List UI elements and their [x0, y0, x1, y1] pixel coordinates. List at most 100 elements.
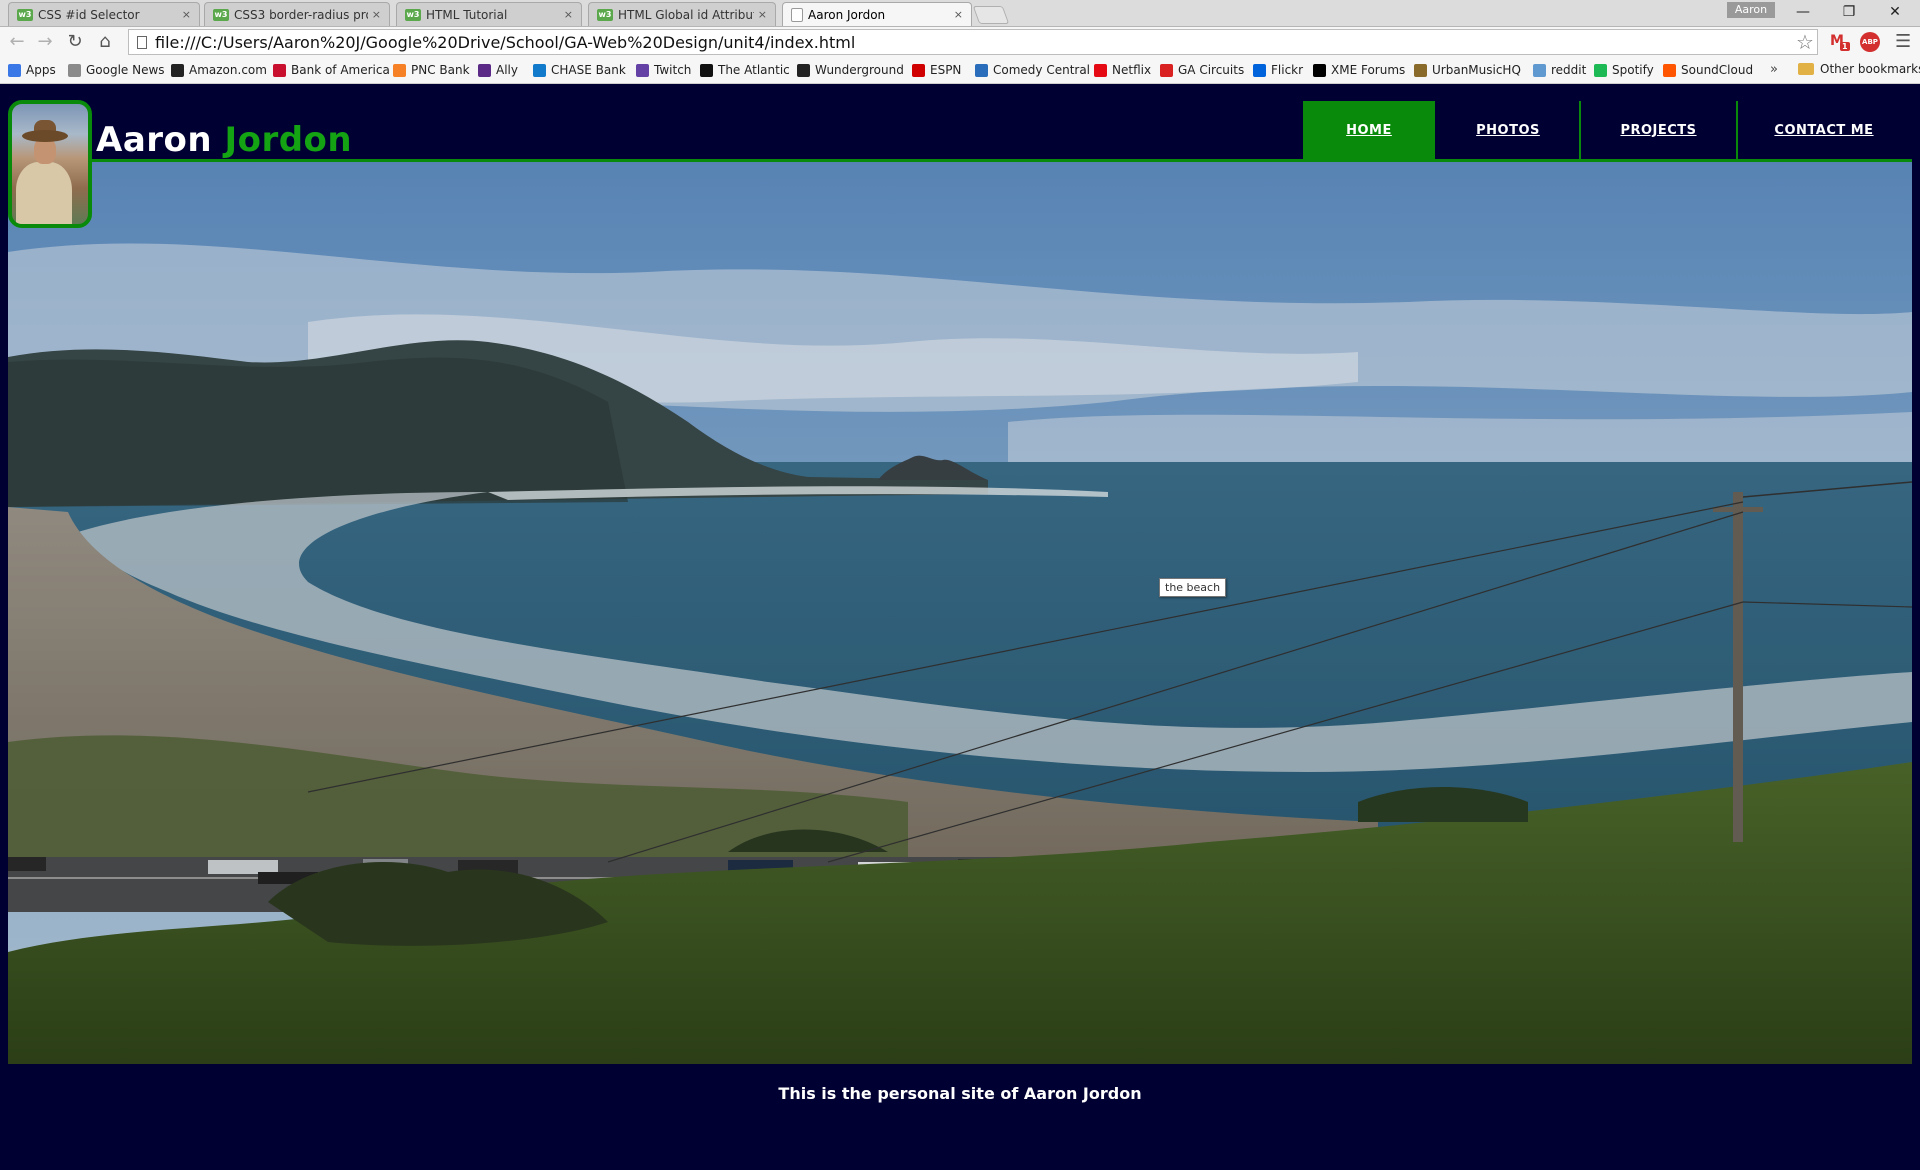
bookmark-item[interactable]: Amazon.com	[171, 62, 267, 78]
bookmark-item[interactable]: Spotify	[1594, 62, 1654, 78]
browser-tab[interactable]: w3 HTML Tutorial ×	[396, 2, 582, 26]
beach-landscape-illustration	[8, 162, 1912, 1064]
page-icon	[137, 35, 147, 49]
page-favicon-icon	[791, 7, 803, 22]
bookmark-item[interactable]: Flickr	[1253, 62, 1303, 78]
bookmark-favicon-icon	[700, 63, 713, 77]
bookmark-label: reddit	[1551, 63, 1587, 77]
bookmark-favicon-icon	[68, 63, 81, 77]
w3schools-favicon-icon: w3	[17, 8, 33, 21]
avatar-hat-brim	[22, 130, 68, 142]
bookmark-item[interactable]: Apps	[8, 62, 56, 78]
tab-close-icon[interactable]: ×	[372, 8, 381, 21]
address-bar[interactable]: file:///C:/Users/Aaron%20J/Google%20Driv…	[128, 29, 1818, 55]
bookmark-item[interactable]: Bank of America	[273, 62, 390, 78]
bookmark-label: Google News	[86, 63, 165, 77]
bookmarks-overflow-icon[interactable]: »	[1770, 62, 1778, 77]
bookmark-label: CHASE Bank	[551, 63, 626, 77]
bookmark-favicon-icon	[533, 63, 546, 77]
bookmark-item[interactable]: Wunderground	[797, 62, 904, 78]
avatar-body	[16, 162, 72, 224]
bookmark-favicon-icon	[1533, 63, 1546, 77]
bookmark-label: The Atlantic	[718, 63, 790, 77]
tab-close-icon[interactable]: ×	[182, 8, 191, 21]
tab-close-icon[interactable]: ×	[564, 8, 573, 21]
browser-tab-label: HTML Tutorial	[426, 7, 508, 22]
bookmark-label: Twitch	[654, 63, 692, 77]
adblock-plus-icon[interactable]: ABP	[1860, 32, 1880, 52]
bookmark-favicon-icon	[1663, 63, 1676, 77]
bookmark-favicon-icon	[1313, 63, 1326, 77]
restore-icon[interactable]: ❐	[1826, 0, 1872, 26]
bookmark-item[interactable]: UrbanMusicHQ	[1414, 62, 1521, 78]
tab-close-icon[interactable]: ×	[758, 8, 767, 21]
bookmark-item[interactable]: Twitch	[636, 62, 691, 78]
close-window-icon[interactable]: ✕	[1872, 0, 1918, 26]
browser-tab-label: CSS #id Selector	[38, 7, 140, 22]
w3schools-favicon-icon: w3	[597, 8, 613, 21]
home-icon[interactable]: ⌂	[94, 31, 116, 53]
bookmark-item[interactable]: ESPN	[912, 62, 961, 78]
bookmark-favicon-icon	[1253, 63, 1266, 77]
bookmark-label: Bank of America	[291, 63, 390, 77]
browser-toolbar: ← → ↻ ⌂ file:///C:/Users/Aaron%20J/Googl…	[0, 27, 1920, 57]
nav-home[interactable]: HOME	[1303, 101, 1435, 159]
bookmark-favicon-icon	[273, 63, 286, 77]
address-bar-url[interactable]: file:///C:/Users/Aaron%20J/Google%20Driv…	[155, 33, 855, 52]
bookmark-label: PNC Bank	[411, 63, 470, 77]
bookmark-item[interactable]: Netflix	[1094, 62, 1151, 78]
bookmark-item[interactable]: The Atlantic	[700, 62, 790, 78]
bookmark-favicon-icon	[975, 63, 988, 77]
reload-icon[interactable]: ↻	[64, 31, 86, 53]
gmail-extension-icon[interactable]: M1	[1830, 34, 1850, 51]
bookmark-item[interactable]: reddit	[1533, 62, 1586, 78]
tab-close-icon[interactable]: ×	[954, 8, 963, 21]
bookmark-label: Ally	[496, 63, 518, 77]
folder-icon	[1798, 63, 1814, 75]
bookmark-item[interactable]: Comedy Central	[975, 62, 1090, 78]
bookmark-label: Amazon.com	[189, 63, 267, 77]
browser-menu-icon[interactable]: ☰	[1895, 31, 1911, 52]
browser-tab[interactable]: w3 HTML Global id Attribute ×	[588, 2, 776, 26]
bookmark-item[interactable]: CHASE Bank	[533, 62, 626, 78]
other-bookmarks-label: Other bookmarks	[1820, 62, 1920, 76]
site-footer-text: This is the personal site of Aaron Jordo…	[778, 1084, 1142, 1103]
hero-image-tooltip: the beach	[1159, 578, 1227, 597]
site-title-first: Aaron	[96, 120, 213, 160]
bookmark-item[interactable]: XME Forums	[1313, 62, 1405, 78]
browser-tab[interactable]: w3 CSS3 border-radius prope ×	[204, 2, 390, 26]
back-icon[interactable]: ←	[6, 31, 28, 53]
bookmark-star-icon[interactable]: ☆	[1796, 30, 1814, 54]
bookmark-label: SoundCloud	[1681, 63, 1754, 77]
gmail-badge: 1	[1840, 42, 1850, 51]
bookmark-label: Apps	[26, 63, 56, 77]
bookmark-favicon-icon	[912, 63, 925, 77]
nav-contact-me[interactable]: CONTACT ME	[1738, 101, 1910, 159]
bookmark-favicon-icon	[478, 63, 491, 77]
new-tab-button[interactable]	[972, 6, 1010, 24]
bookmark-item[interactable]: Google News	[68, 62, 165, 78]
bookmark-favicon-icon	[8, 63, 21, 77]
bookmark-item[interactable]: SoundCloud	[1663, 62, 1753, 78]
browser-tab-active[interactable]: Aaron Jordon ×	[782, 2, 972, 26]
browser-tab-label: CSS3 border-radius prope	[234, 7, 368, 22]
w3schools-favicon-icon: w3	[213, 8, 229, 21]
nav-photos[interactable]: PHOTOS	[1437, 101, 1579, 159]
bookmark-item[interactable]: GA Circuits	[1160, 62, 1244, 78]
bookmark-label: Comedy Central	[993, 63, 1091, 77]
nav-projects[interactable]: PROJECTS	[1581, 101, 1736, 159]
bookmark-item[interactable]: Ally	[478, 62, 518, 78]
bookmark-item[interactable]: PNC Bank	[393, 62, 470, 78]
browser-tab[interactable]: w3 CSS #id Selector ×	[8, 2, 200, 26]
bookmark-label: Spotify	[1612, 63, 1654, 77]
site-title[interactable]: Aaron Jordon	[96, 120, 352, 160]
forward-icon[interactable]: →	[34, 31, 56, 53]
profile-button[interactable]: Aaron	[1727, 2, 1775, 18]
minimize-icon[interactable]: —	[1780, 0, 1826, 26]
bookmark-label: Wunderground	[815, 63, 904, 77]
bookmarks-bar: » Other bookmarks Apps Google News Amazon.…	[0, 57, 1920, 84]
w3schools-favicon-icon: w3	[405, 8, 421, 21]
bookmark-label: Netflix	[1112, 63, 1152, 77]
bookmark-label: UrbanMusicHQ	[1432, 63, 1521, 77]
other-bookmarks-folder[interactable]: Other bookmarks	[1798, 62, 1920, 76]
